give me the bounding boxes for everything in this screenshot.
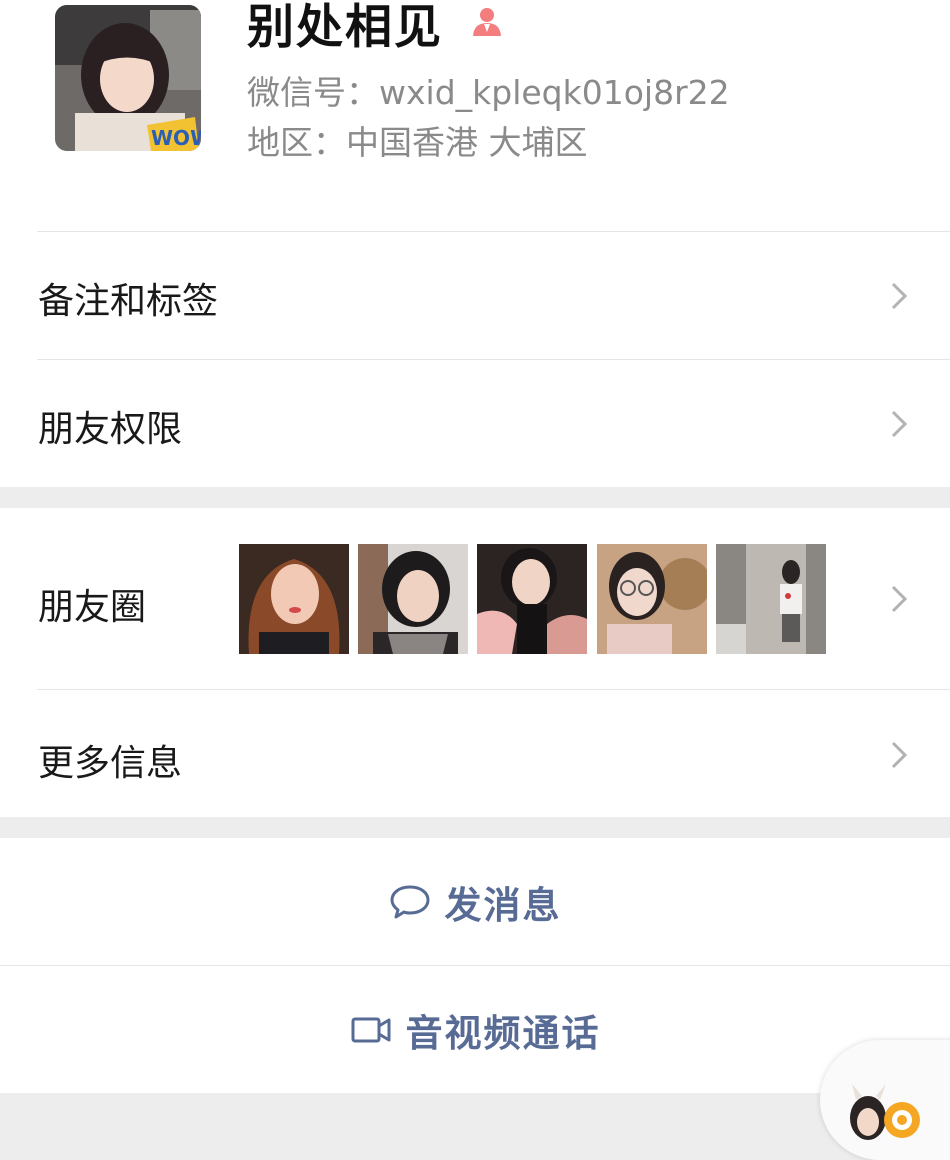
profile-name: 别处相见 bbox=[247, 0, 443, 55]
moments-thumbnail[interactable] bbox=[477, 544, 587, 654]
row-label: 更多信息 bbox=[38, 743, 183, 784]
actions-group: 发消息 音视频通话 bbox=[0, 838, 950, 1093]
video-call-button[interactable]: 音视频通话 bbox=[0, 966, 950, 1093]
row-label: 朋友权限 bbox=[38, 409, 183, 450]
chevron-right-icon bbox=[890, 740, 908, 770]
row-label: 朋友圈 bbox=[38, 587, 147, 628]
chat-bubble-icon bbox=[389, 884, 431, 920]
row-more-info[interactable]: 更多信息 bbox=[0, 690, 950, 817]
avatar[interactable]: WOW bbox=[55, 5, 201, 151]
moments-thumbnail[interactable] bbox=[716, 544, 826, 654]
floating-avatar-icon bbox=[850, 1084, 920, 1140]
svg-text:WOW: WOW bbox=[151, 126, 201, 150]
moments-thumbnail[interactable] bbox=[358, 544, 468, 654]
video-call-label: 音视频通话 bbox=[405, 1011, 601, 1055]
chevron-right-icon bbox=[890, 409, 908, 439]
row-remarks-tags[interactable]: 备注和标签 bbox=[0, 232, 950, 359]
row-label: 备注和标签 bbox=[38, 281, 219, 322]
region: 地区：中国香港 大埔区 bbox=[247, 123, 588, 162]
send-message-button[interactable]: 发消息 bbox=[0, 838, 950, 965]
row-friend-permissions[interactable]: 朋友权限 bbox=[0, 360, 950, 487]
settings-group: 备注和标签 朋友权限 bbox=[0, 232, 950, 487]
moments-thumbnail[interactable] bbox=[597, 544, 707, 654]
wechat-id: 微信号：wxid_kpleqk01oj8r22 bbox=[247, 73, 730, 112]
send-message-label: 发消息 bbox=[444, 883, 562, 927]
chevron-right-icon bbox=[890, 584, 908, 614]
video-camera-icon bbox=[350, 1012, 392, 1048]
moments-thumbnail[interactable] bbox=[239, 544, 349, 654]
profile-header: WOW 别处相见 微信号：wxid_kpleqk01oj8r22 地区：中国香港… bbox=[0, 0, 950, 232]
floating-assistant-button[interactable] bbox=[820, 1040, 950, 1160]
female-icon bbox=[470, 4, 504, 38]
chevron-right-icon bbox=[890, 281, 908, 311]
